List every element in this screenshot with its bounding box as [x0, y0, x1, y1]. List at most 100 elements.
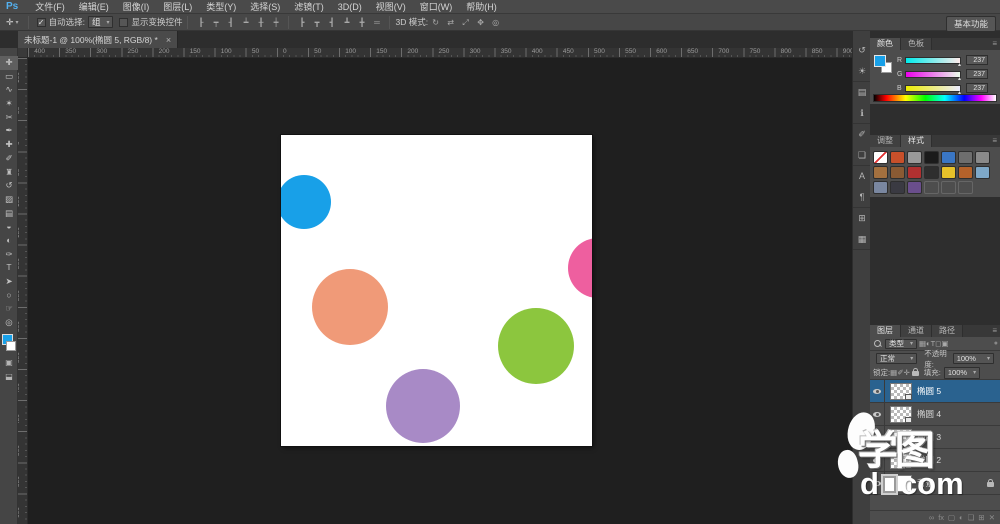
background-color-swatch[interactable] [6, 341, 16, 351]
foreground-color-swatch-mini[interactable] [874, 55, 886, 67]
style-swatch[interactable] [924, 181, 939, 194]
move-tool[interactable]: ✛ [0, 56, 18, 70]
color-panel-tab[interactable]: 颜色 [870, 38, 901, 50]
fill-dropdown[interactable]: 100% ▾ [944, 367, 980, 379]
blend-mode-dropdown[interactable]: 正常 ▾ [876, 353, 917, 364]
slider-handle-icon[interactable]: ▲ [957, 76, 962, 82]
align-button[interactable]: ┠ [194, 18, 207, 27]
style-swatch[interactable] [975, 166, 990, 179]
slider-handle-icon[interactable]: ▲ [957, 62, 962, 68]
distribute-button[interactable]: ┻ [340, 18, 353, 27]
menu-item[interactable]: 选择(S) [243, 2, 287, 12]
align-button[interactable]: ╂ [254, 18, 267, 27]
layer-thumbnail[interactable] [890, 452, 912, 469]
menu-item[interactable]: 文件(F) [28, 2, 72, 12]
layers-footer-button[interactable]: ✕ [989, 513, 995, 522]
layer-row[interactable]: 背景 [870, 472, 1000, 495]
style-swatch[interactable] [873, 151, 888, 164]
menu-item[interactable]: 3D(D) [331, 2, 369, 12]
align-button[interactable]: ┨ [224, 18, 237, 27]
3d-mode-button[interactable]: ✥ [474, 18, 487, 27]
3d-mode-button[interactable]: ⇄ [444, 18, 457, 27]
layer-thumbnail[interactable] [890, 475, 912, 492]
lock-all-icon[interactable] [912, 371, 919, 376]
auto-select-dropdown[interactable]: 组 ▾ [88, 16, 114, 28]
pink-circle[interactable] [568, 238, 592, 298]
marquee-tool[interactable]: ▭ [0, 70, 18, 84]
style-swatch[interactable] [890, 166, 905, 179]
close-tab-icon[interactable]: × [166, 35, 171, 45]
visibility-toggle[interactable] [870, 426, 885, 449]
info-panel-icon[interactable]: ℹ [853, 103, 871, 124]
filter-toggle-icon[interactable]: ● [994, 340, 998, 347]
menu-item[interactable]: 视图(V) [369, 2, 413, 12]
style-swatch[interactable] [924, 166, 939, 179]
layers-panel-tab[interactable]: 图层 [870, 325, 901, 337]
document-canvas[interactable] [281, 135, 592, 446]
3d-mode-button[interactable]: ↻ [429, 18, 442, 27]
layer-row[interactable]: 椭圆 2 [870, 449, 1000, 472]
layer-row[interactable]: 椭圆 5 [870, 380, 1000, 403]
horizontal-ruler[interactable]: 4003503002502001501005005010015020025030… [28, 48, 852, 58]
style-swatch[interactable] [873, 166, 888, 179]
channel-slider[interactable]: ▲ [905, 85, 961, 92]
layer-row[interactable]: 椭圆 3 [870, 426, 1000, 449]
3d-mode-button[interactable]: ◎ [489, 18, 502, 27]
channel-slider[interactable]: ▲ [905, 71, 961, 78]
menu-item[interactable]: 图层(L) [156, 2, 199, 12]
clone-stamp-tool[interactable]: ♜ [0, 166, 18, 180]
layers-panel-tab[interactable]: 通道 [901, 325, 932, 337]
style-swatch[interactable] [907, 181, 922, 194]
menu-item[interactable]: 图像(I) [116, 2, 157, 12]
style-swatch[interactable] [924, 151, 939, 164]
color-spectrum-ramp[interactable] [873, 94, 997, 102]
notes-panel-icon[interactable]: ▦ [853, 229, 871, 250]
green-circle[interactable] [498, 308, 574, 384]
purple-circle[interactable] [386, 369, 460, 443]
show-transform-checkbox[interactable] [119, 18, 128, 27]
styles-panel-tab[interactable]: 调整 [870, 135, 901, 147]
layer-row[interactable]: 椭圆 4 [870, 403, 1000, 426]
type-tool[interactable]: T [0, 261, 18, 275]
clone-source-panel-icon[interactable]: ❏ [853, 145, 871, 166]
channel-slider[interactable]: ▲ [905, 57, 961, 64]
zoom-tool[interactable]: ◎ [0, 316, 18, 330]
style-swatch[interactable] [975, 151, 990, 164]
lasso-tool[interactable]: ∿ [0, 83, 18, 97]
character-panel-icon[interactable]: A [853, 166, 871, 187]
salmon-circle[interactable] [312, 269, 388, 345]
vertical-ruler[interactable]: 1005005010015020025030035040045050055060… [18, 58, 28, 524]
quick-selection-tool[interactable]: ✶ [0, 97, 18, 111]
channel-value[interactable]: 237 [966, 55, 988, 65]
distribute-button[interactable]: ┳ [310, 18, 323, 27]
style-swatch[interactable] [890, 181, 905, 194]
style-swatch[interactable] [941, 166, 956, 179]
distribute-button[interactable]: ┣ [295, 18, 308, 27]
brush-presets-panel-icon[interactable]: ✐ [853, 124, 871, 145]
layers-footer-button[interactable]: ❏ [968, 513, 975, 522]
style-swatch[interactable] [873, 181, 888, 194]
visibility-toggle[interactable] [870, 403, 885, 426]
ellipse-tool[interactable]: ○ [0, 289, 18, 303]
style-swatch[interactable] [907, 166, 922, 179]
pasteboard[interactable] [28, 58, 852, 524]
channel-value[interactable]: 237 [966, 69, 988, 79]
layers-footer-button[interactable]: ▢ [948, 513, 955, 522]
menu-item[interactable]: 编辑(E) [72, 2, 116, 12]
visibility-toggle[interactable] [870, 380, 885, 403]
dodge-tool[interactable]: ◐ [0, 234, 18, 248]
distribute-button[interactable]: ┫ [325, 18, 338, 27]
brush-tool[interactable]: ✐ [0, 152, 18, 166]
color-panel-tab[interactable]: 色板 [901, 38, 932, 50]
style-swatch[interactable] [958, 181, 973, 194]
align-button[interactable]: ┯ [209, 18, 222, 27]
layers-panel-tab[interactable]: 路径 [932, 325, 963, 337]
3d-mode-button[interactable]: ⤢ [459, 18, 472, 28]
auto-select-checkbox[interactable]: ✓ [37, 18, 46, 27]
document-tab[interactable]: 未标题-1 @ 100%(椭圆 5, RGB/8) * × [18, 31, 178, 48]
layer-thumbnail[interactable] [890, 406, 912, 423]
menu-item[interactable]: 窗口(W) [413, 2, 460, 12]
layers-footer-button[interactable]: ◐ [959, 513, 964, 522]
style-swatch[interactable] [941, 181, 956, 194]
layer-thumbnail[interactable] [890, 383, 912, 400]
